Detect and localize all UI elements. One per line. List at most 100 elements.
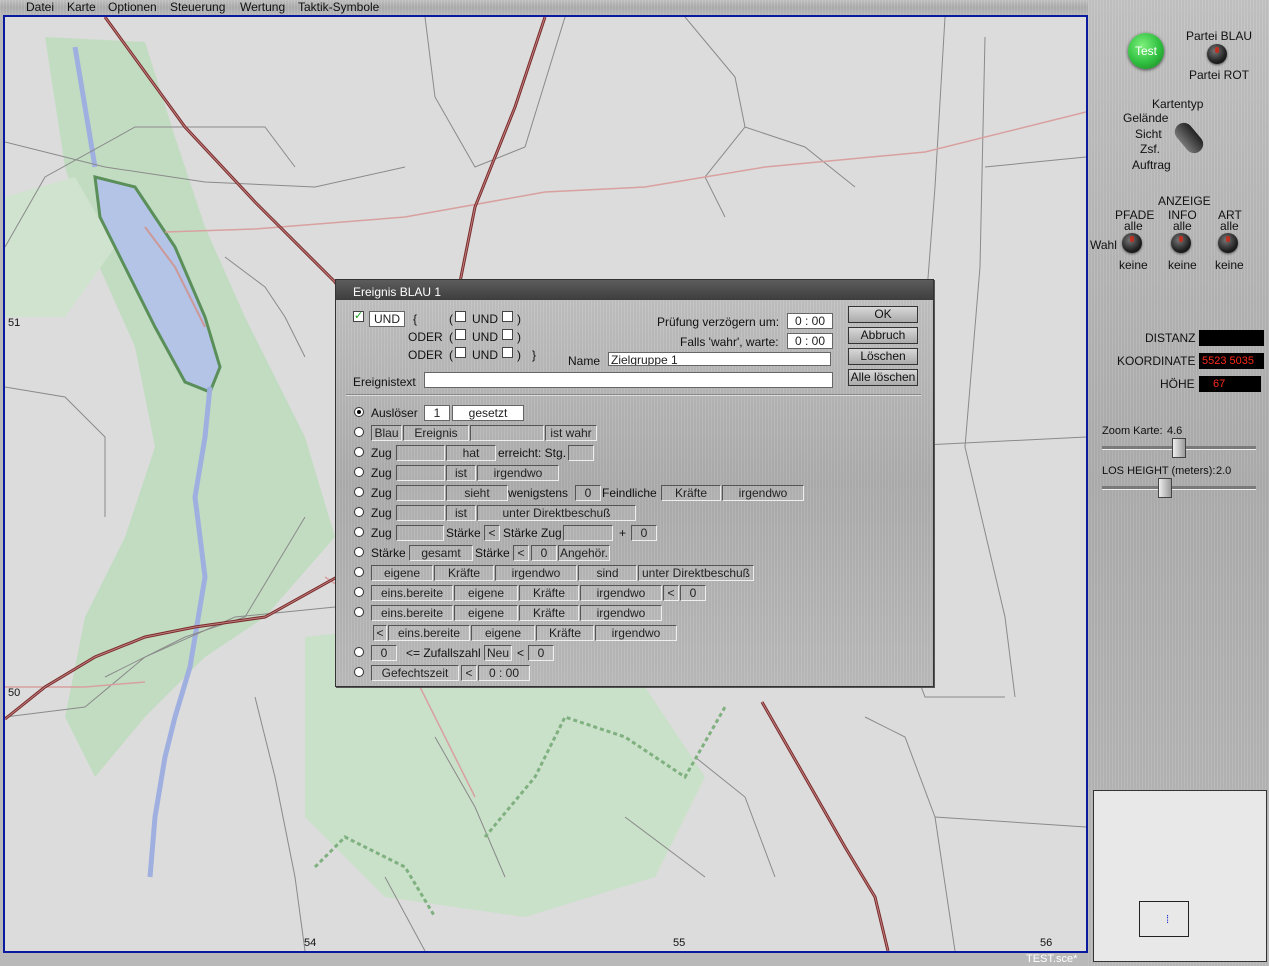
r5-count[interactable]: 0 bbox=[575, 485, 601, 501]
r2-type[interactable]: Ereignis bbox=[403, 425, 469, 441]
r7-unit[interactable] bbox=[396, 525, 444, 541]
los-slider-thumb[interactable] bbox=[1158, 478, 1172, 498]
r9-verb[interactable]: sind bbox=[578, 565, 637, 581]
group2-checkbox-a[interactable] bbox=[455, 329, 466, 340]
r2-party[interactable]: Blau bbox=[371, 425, 402, 441]
r8-scope[interactable]: gesamt bbox=[409, 545, 473, 561]
r10-side[interactable]: eigene bbox=[454, 585, 518, 601]
r4-verb[interactable]: ist bbox=[446, 465, 476, 481]
r10-value[interactable]: 0 bbox=[680, 585, 706, 601]
r11-forces[interactable]: Kräfte bbox=[519, 605, 579, 621]
kartentyp-gelaende[interactable]: Gelände bbox=[1123, 111, 1168, 125]
r6-verb[interactable]: ist bbox=[446, 505, 476, 521]
r11b-side[interactable]: eigene bbox=[471, 625, 535, 641]
ereignistext-input[interactable] bbox=[424, 372, 833, 388]
r5-verb[interactable]: sieht bbox=[446, 485, 508, 501]
r11-location[interactable]: irgendwo bbox=[580, 605, 662, 621]
r9-side[interactable]: eigene bbox=[371, 565, 433, 581]
r6-unit[interactable] bbox=[396, 505, 445, 521]
radio-ausloeser[interactable] bbox=[354, 407, 364, 417]
pfade-knob[interactable] bbox=[1122, 233, 1142, 253]
und-field[interactable]: UND bbox=[369, 311, 405, 327]
r5-unit[interactable] bbox=[396, 485, 445, 501]
menu-taktik-symbole[interactable]: Taktik-Symbole bbox=[298, 0, 379, 15]
r11b-readiness[interactable]: eins.bereite bbox=[388, 625, 470, 641]
r8-affiliation[interactable]: Angehör. bbox=[558, 545, 610, 561]
kartentyp-auftrag[interactable]: Auftrag bbox=[1132, 158, 1171, 172]
r13-time-label[interactable]: Gefechtszeit bbox=[371, 665, 459, 681]
r7-operator[interactable]: < bbox=[484, 525, 500, 541]
r10-readiness[interactable]: eins.bereite bbox=[371, 585, 453, 601]
r3-stg[interactable] bbox=[568, 445, 594, 461]
r7-offset[interactable]: 0 bbox=[631, 525, 657, 541]
radio-r5[interactable] bbox=[354, 487, 364, 497]
r5-location[interactable]: irgendwo bbox=[722, 485, 804, 501]
group3-checkbox-a[interactable] bbox=[455, 347, 466, 358]
r11b-operator[interactable]: < bbox=[373, 625, 387, 641]
radio-r9[interactable] bbox=[354, 567, 364, 577]
r4-location[interactable]: irgendwo bbox=[477, 465, 559, 481]
radio-r4[interactable] bbox=[354, 467, 364, 477]
r11-readiness[interactable]: eins.bereite bbox=[371, 605, 453, 621]
name-input[interactable]: Zielgruppe 1 bbox=[608, 352, 831, 366]
group1-checkbox-a[interactable] bbox=[455, 311, 466, 322]
kartentyp-zsf[interactable]: Zsf. bbox=[1140, 142, 1160, 156]
r6-condition[interactable]: unter Direktbeschuß bbox=[477, 505, 636, 521]
group1-checkbox-b[interactable] bbox=[502, 311, 513, 322]
r4-unit[interactable] bbox=[396, 465, 445, 481]
r12-limit[interactable]: 0 bbox=[528, 645, 554, 661]
pruefung-input[interactable]: 0 : 00 bbox=[787, 313, 833, 329]
radio-r13[interactable] bbox=[354, 667, 364, 677]
und-checkbox[interactable]: ✓ bbox=[353, 310, 364, 322]
r9-condition[interactable]: unter Direktbeschuß bbox=[638, 565, 754, 581]
art-knob[interactable] bbox=[1218, 233, 1238, 253]
test-button[interactable]: Test bbox=[1128, 33, 1164, 69]
r11b-forces[interactable]: Kräfte bbox=[536, 625, 594, 641]
minimap-viewport[interactable]: ⁞ bbox=[1139, 901, 1189, 937]
menu-wertung[interactable]: Wertung bbox=[240, 0, 285, 15]
falls-input[interactable]: 0 : 00 bbox=[787, 333, 833, 349]
partei-knob[interactable] bbox=[1207, 44, 1227, 64]
group2-checkbox-b[interactable] bbox=[502, 329, 513, 340]
radio-r10[interactable] bbox=[354, 587, 364, 597]
menu-karte[interactable]: Karte bbox=[67, 0, 96, 15]
radio-r12[interactable] bbox=[354, 647, 364, 657]
r10-forces[interactable]: Kräfte bbox=[519, 585, 579, 601]
radio-r11[interactable] bbox=[354, 607, 364, 617]
dialog-titlebar[interactable]: Ereignis BLAU 1 bbox=[336, 280, 933, 300]
radio-r8[interactable] bbox=[354, 547, 364, 557]
menu-datei[interactable]: Datei bbox=[26, 0, 54, 15]
r3-verb[interactable]: hat bbox=[446, 445, 496, 461]
r2-event[interactable] bbox=[470, 425, 544, 441]
radio-r3[interactable] bbox=[354, 447, 364, 457]
r9-location[interactable]: irgendwo bbox=[495, 565, 577, 581]
r11-side[interactable]: eigene bbox=[454, 605, 518, 621]
r10-location[interactable]: irgendwo bbox=[580, 585, 662, 601]
r3-unit[interactable] bbox=[396, 445, 445, 461]
loeschen-button[interactable]: Löschen bbox=[848, 348, 918, 365]
r7-unit2[interactable] bbox=[563, 525, 613, 541]
menu-steuerung[interactable]: Steuerung bbox=[170, 0, 225, 15]
zoom-slider-thumb[interactable] bbox=[1172, 438, 1186, 458]
r8-operator[interactable]: < bbox=[513, 545, 529, 561]
ok-button[interactable]: OK bbox=[848, 306, 918, 323]
kartentyp-sicht[interactable]: Sicht bbox=[1135, 127, 1162, 141]
radio-r7[interactable] bbox=[354, 527, 364, 537]
minimap[interactable]: ⁞ bbox=[1093, 790, 1267, 962]
info-knob[interactable] bbox=[1171, 233, 1191, 253]
r11b-location[interactable]: irgendwo bbox=[595, 625, 677, 641]
r10-operator[interactable]: < bbox=[663, 585, 679, 601]
radio-r2[interactable] bbox=[354, 427, 364, 437]
menu-optionen[interactable]: Optionen bbox=[108, 0, 157, 15]
r13-time-value[interactable]: 0 : 00 bbox=[478, 665, 530, 681]
r5-forces[interactable]: Kräfte bbox=[661, 485, 721, 501]
r9-forces[interactable]: Kräfte bbox=[434, 565, 494, 581]
r12-new-button[interactable]: Neu bbox=[484, 645, 512, 661]
radio-r6[interactable] bbox=[354, 507, 364, 517]
r2-condition[interactable]: ist wahr bbox=[545, 425, 597, 441]
alle-loeschen-button[interactable]: Alle löschen bbox=[848, 369, 918, 386]
r1-state[interactable]: gesetzt bbox=[452, 405, 524, 421]
r8-value[interactable]: 0 bbox=[531, 545, 557, 561]
group3-checkbox-b[interactable] bbox=[502, 347, 513, 358]
abbruch-button[interactable]: Abbruch bbox=[848, 327, 918, 344]
